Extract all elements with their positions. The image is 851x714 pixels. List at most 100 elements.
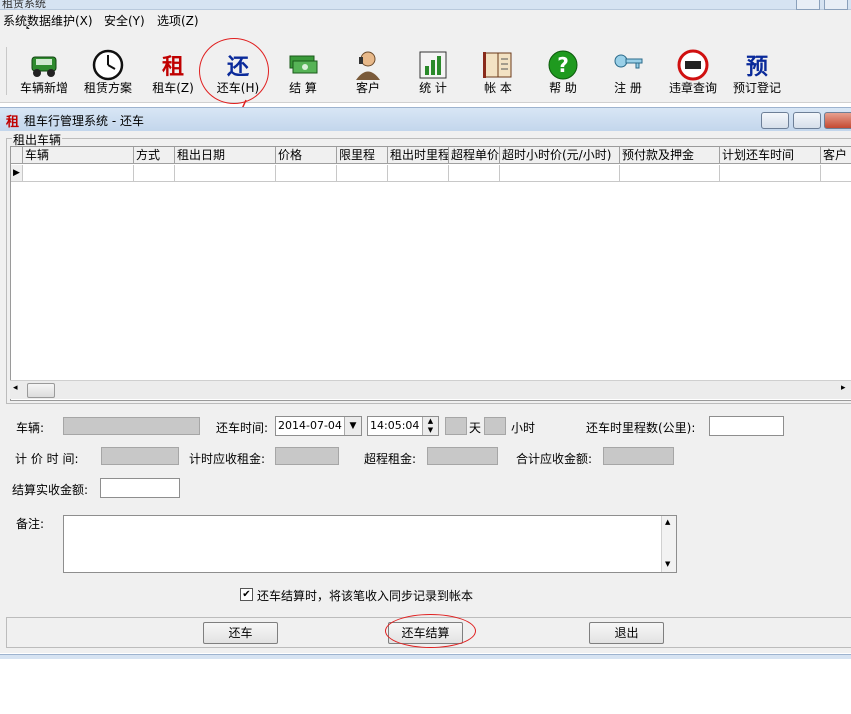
toolbar-label: 注 册 [614,81,642,95]
hourly-rent-label: 计时应收租金: [189,452,266,466]
toolbar-label: 租车(Z) [152,81,194,95]
table-cell[interactable] [500,165,620,182]
column-header[interactable]: 计划还车时间 [720,147,821,164]
table-cell[interactable] [337,165,388,182]
window-close-button[interactable] [824,0,848,10]
toolbar-rental-plan-button[interactable]: 租赁方案 [82,47,134,97]
toolbar-label: 统 计 [419,81,447,95]
spin-updown-icon[interactable]: ▲ ▼ [422,417,438,435]
column-header[interactable]: 租出时里程 [388,147,449,164]
toolbar-register-button[interactable]: 注 册 [602,47,654,97]
scroll-right-icon[interactable]: ▸ [841,383,846,393]
toolbar-settle-button[interactable]: 结 算 [277,47,329,97]
table-cell[interactable] [388,165,449,182]
help-icon: ? [548,50,578,80]
exit-button[interactable]: 退出 [589,622,664,644]
no-entry-icon [677,49,709,81]
child-window-title: 租车行管理系统 - 还车 [24,114,144,128]
days-field [445,417,467,435]
menu-security[interactable]: 安全(Y) [104,12,145,29]
chevron-down-icon[interactable]: ▼ [344,417,361,435]
menu-bar: 系统数据维护(X) 安全(Y) 选项(Z) [0,10,851,29]
column-header[interactable]: 预付款及押金 [620,147,720,164]
column-header[interactable]: 价格 [276,147,337,164]
toolbar-customer-button[interactable]: 客户 [342,47,394,97]
svg-text:?: ? [557,53,569,77]
column-header[interactable]: 方式 [134,147,175,164]
return-time-value: 14:05:04 [370,419,420,432]
restore-button[interactable] [793,112,821,129]
memo-label: 备注: [16,517,45,531]
table-cell[interactable] [175,165,276,182]
table-cell[interactable] [449,165,500,182]
table-cell[interactable] [620,165,720,182]
memo-textarea[interactable]: ▲ ▼ [63,515,677,573]
day-label: 天 [469,421,482,435]
toolbar-label: 预订登记 [732,81,781,95]
toolbar-label: 客户 [355,81,380,95]
toolbar-rent-button[interactable]: 租 租车(Z) [147,47,199,97]
menu-system-data[interactable]: 系统数据维护(X) [3,12,93,29]
return-time-stepper[interactable]: 14:05:04 ▲ ▼ [367,416,439,436]
toolbar-reservation-button[interactable]: 预 预订登记 [731,47,783,97]
chart-icon [419,51,447,79]
rented-vehicles-grid[interactable]: 车辆 方式 租出日期 价格 限里程 租出时里程 超程单价 超时小时价(元/小时)… [10,146,851,401]
reserve-icon: 预 [745,54,768,80]
table-cell[interactable] [720,165,821,182]
toolbar: 车辆新增 租赁方案 租 租车(Z) 还 还车(H) 结 算 客户 统 计 帐 本… [0,29,851,103]
over-mileage-label: 超程租金: [364,452,417,466]
column-header[interactable]: 超程单价 [449,147,500,164]
toolbar-label: 帐 本 [484,81,512,95]
return-mileage-label: 还车时里程数(公里): [586,421,696,435]
toolbar-label: 帮 助 [549,81,577,95]
toolbar-label: 租赁方案 [83,81,132,95]
total-receivable-field [603,447,674,465]
table-cell[interactable] [134,165,175,182]
clock-icon [92,49,124,81]
toolbar-statistics-button[interactable]: 统 计 [407,47,459,97]
return-mileage-input[interactable] [709,416,784,436]
customer-icon [356,51,380,80]
rent-icon: 租 [161,54,184,80]
horizontal-scrollbar[interactable]: ◂ ▸ [10,380,851,399]
toolbar-label: 结 算 [289,81,317,95]
child-window-titlebar: 租 租车行管理系统 - 还车 [0,107,851,132]
window-bottom-border [0,654,851,659]
table-cell[interactable] [276,165,337,182]
close-button[interactable] [824,112,851,129]
book-icon [483,52,512,78]
column-header[interactable]: 客户 [821,147,851,164]
column-header[interactable]: 超时小时价(元/小时) [500,147,620,164]
toolbar-add-vehicle-button[interactable]: 车辆新增 [18,47,70,97]
billing-time-label: 计 价 时 间: [15,452,79,466]
table-cell[interactable] [23,165,134,182]
row-indicator-header [11,147,23,164]
toolbar-help-button[interactable]: ? 帮 助 [537,47,589,97]
toolbar-ledger-button[interactable]: 帐 本 [472,47,524,97]
actual-received-label: 结算实收金额: [12,483,89,497]
table-cell[interactable] [821,165,851,182]
column-header[interactable]: 租出日期 [175,147,276,164]
actual-received-input[interactable] [100,478,180,498]
car-icon [31,56,57,77]
scroll-thumb[interactable] [27,383,55,398]
column-header[interactable]: 限里程 [337,147,388,164]
hours-field [484,417,506,435]
column-header[interactable]: 车辆 [23,147,134,164]
return-car-button[interactable]: 还车 [203,622,278,644]
memo-scrollbar[interactable]: ▲ ▼ [661,516,676,572]
sync-ledger-checkbox[interactable]: ✔ [240,588,253,601]
money-icon [289,55,318,74]
toolbar-violation-query-button[interactable]: 违章查询 [667,47,719,97]
scroll-left-icon[interactable]: ◂ [13,383,18,393]
key-icon [614,54,643,69]
return-time-label: 还车时间: [216,421,269,435]
window-maximize-button[interactable] [796,0,820,10]
minimize-button[interactable] [761,112,789,129]
toolbar-partial-button[interactable] [0,47,8,97]
return-date-picker[interactable]: 2014-07-04 ▼ [275,416,362,436]
toolbar-label: 违章查询 [668,81,717,95]
annotation-circle [385,614,476,648]
billing-time-field [101,447,179,465]
menu-options[interactable]: 选项(Z) [157,12,199,29]
